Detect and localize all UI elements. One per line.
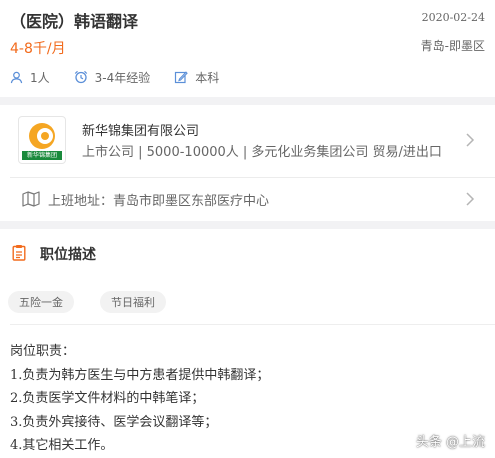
address-chevron-icon[interactable] [464,191,476,207]
experience-label: 3-4年经验 [94,70,151,85]
section-divider [0,221,495,229]
chevron-right-icon[interactable] [464,132,476,148]
headcount-label: 1人 [30,70,50,85]
education-requirement: 本科 [174,69,219,86]
description-line: 2.负责医学文件材料的中韩笔译； [10,391,205,406]
alarm-clock-icon [74,70,87,84]
experience-requirement: 3-4年经验 [74,69,151,86]
tags-divider [10,324,495,325]
salary: 4-8千/月 [10,41,66,57]
post-date: 2020-02-24 [421,11,485,24]
job-location: 青岛-即墨区 [420,39,485,53]
company-logo-label: 新华锦集团 [26,152,57,159]
work-address[interactable]: 上班地址：青岛市即墨区东部医疗中心 [48,190,269,209]
company-name[interactable]: 新华锦集团有限公司 [82,120,199,139]
headcount-requirement: 1人 [10,69,50,86]
job-description-title: 职位描述 [40,247,96,263]
card-divider [10,177,495,178]
company-logo: 新华锦集团 [18,116,66,164]
education-label: 本科 [195,70,220,85]
person-icon [10,71,23,83]
description-line: 3.负责外宾接待、医学会议翻译等； [10,414,218,430]
clipboard-icon [12,245,26,261]
requirements-row: 1人 3-4年经验 本科 [10,68,243,86]
benefit-tag: 五险一金 [8,291,74,313]
map-icon [22,191,40,207]
job-title: （医院）韩语翻译 [10,12,139,31]
pencil-icon [175,71,189,84]
description-line: 4.其它相关工作。 [10,438,114,453]
benefit-tag: 节日福利 [100,291,166,313]
description-line: 1.负责为韩方医生与中方患者提供中韩翻译； [10,367,270,383]
description-line: 岗位职责： [10,344,76,359]
section-divider [0,97,495,105]
watermark: 头条 @上流 [415,435,485,450]
job-description-body: 岗位职责： 1.负责为韩方医生与中方患者提供中韩翻译； 2.负责医学文件材料的中… [10,340,269,458]
company-meta: 上市公司 | 5000-10000人 | 多元化业务集团公司 贸易/进出口 [82,145,442,160]
